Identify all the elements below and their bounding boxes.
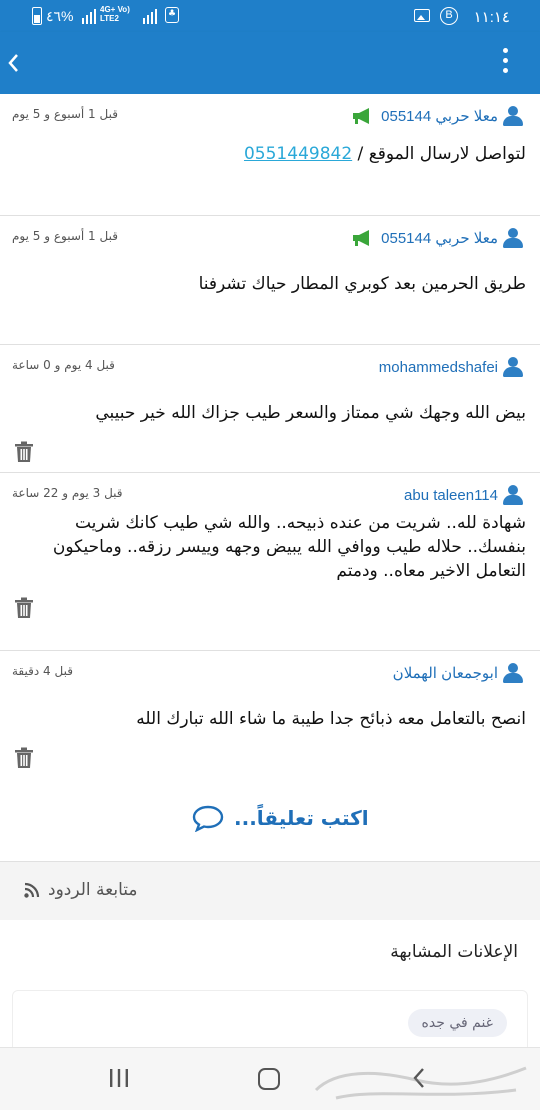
- app-header: [0, 32, 540, 94]
- similar-ads-section: الإعلانات المشابهة غنم في جده: [0, 920, 540, 1060]
- comment-time: قبل 1 أسبوع و 5 يوم: [12, 107, 118, 121]
- comment-item: معلا حربي 055144 قبل 1 أسبوع و 5 يوم لتو…: [0, 94, 540, 216]
- write-comment-button[interactable]: اكتب تعليقاً...: [0, 780, 540, 862]
- recent-apps-icon[interactable]: [108, 1068, 130, 1088]
- status-bar: ٤٦% 4G+ Vo) LTE2 ♣ B ١١:١٤: [0, 0, 540, 32]
- trash-icon[interactable]: [14, 441, 34, 463]
- home-icon[interactable]: [258, 1068, 280, 1090]
- comment-text: بيض الله وجهك شي ممتاز والسعر طيب جزاك ا…: [95, 403, 526, 423]
- comment-time: قبل 4 يوم و 0 ساعة: [12, 358, 115, 372]
- user-icon: [502, 106, 524, 126]
- comment-text: طريق الحرمين بعد كوبري المطار حياك تشرفن…: [198, 274, 526, 294]
- battery-percent: ٤٦%: [46, 8, 74, 24]
- comment-author-name[interactable]: abu taleen114: [404, 487, 498, 504]
- phone-link[interactable]: 0551449842: [244, 144, 352, 164]
- chevron-left-icon[interactable]: [4, 50, 24, 76]
- comment-author[interactable]: معلا حربي 055144: [351, 228, 524, 248]
- comment-author[interactable]: معلا حربي 055144: [351, 106, 524, 126]
- comment-text-prefix: لتواصل لارسال الموقع /: [352, 144, 526, 164]
- comments-list: معلا حربي 055144 قبل 1 أسبوع و 5 يوم لتو…: [0, 94, 540, 781]
- follow-replies-button[interactable]: متابعة الردود: [0, 862, 540, 920]
- write-comment-label[interactable]: اكتب تعليقاً...: [234, 806, 369, 830]
- comment-author[interactable]: abu taleen114: [404, 485, 524, 505]
- rss-icon: [24, 882, 40, 898]
- megaphone-icon: [353, 108, 370, 124]
- comment-time: قبل 1 أسبوع و 5 يوم: [12, 229, 118, 243]
- comment-author-name[interactable]: معلا حربي 055144: [381, 107, 498, 125]
- trash-icon[interactable]: [14, 597, 34, 619]
- comment-item: معلا حربي 055144 قبل 1 أسبوع و 5 يوم طري…: [0, 216, 540, 345]
- user-icon: [502, 357, 524, 377]
- comment-author[interactable]: ابوجمعان الهملان: [393, 663, 524, 683]
- comment-text: انصح بالتعامل معه ذبائح جدا طيبة ما شاء …: [136, 709, 526, 729]
- battery-icon: [32, 7, 42, 25]
- comment-item: ابوجمعان الهملان قبل 4 دقيقة انصح بالتعا…: [0, 651, 540, 781]
- comment-text: شهادة لله.. شريت من عنده ذبيحه.. والله ش…: [52, 513, 526, 581]
- comment-author[interactable]: mohammedshafei: [379, 357, 524, 377]
- logo-watermark: [314, 1066, 527, 1100]
- image-icon: [414, 9, 430, 22]
- comment-item: mohammedshafei قبل 4 يوم و 0 ساعة بيض ال…: [0, 345, 540, 473]
- megaphone-icon: [353, 230, 370, 246]
- comment-text: لتواصل لارسال الموقع / 0551449842: [14, 142, 526, 166]
- chat-bubble-icon[interactable]: [192, 804, 224, 832]
- comment-time: قبل 3 يوم و 22 ساعة: [12, 486, 123, 500]
- user-icon: [502, 228, 524, 248]
- signal-icon: [82, 9, 96, 24]
- signal-icon: [143, 9, 157, 24]
- comment-author-name[interactable]: ابوجمعان الهملان: [393, 664, 498, 682]
- user-icon: [502, 663, 524, 683]
- follow-replies-label[interactable]: متابعة الردود: [48, 880, 138, 900]
- similar-ad-tag[interactable]: غنم في جده: [407, 1009, 507, 1037]
- comment-author-name[interactable]: معلا حربي 055144: [381, 229, 498, 247]
- user-icon: [502, 485, 524, 505]
- network-indicator: 4G+ Vo) LTE2: [100, 5, 130, 23]
- more-vert-icon[interactable]: [502, 48, 510, 78]
- comment-item: abu taleen114 قبل 3 يوم و 22 ساعة شهادة …: [0, 473, 540, 651]
- notification-badge: B: [440, 7, 458, 25]
- clock: ١١:١٤: [473, 9, 510, 26]
- trash-icon[interactable]: [14, 747, 34, 769]
- comment-time: قبل 4 دقيقة: [12, 664, 73, 678]
- comment-author-name[interactable]: mohammedshafei: [379, 359, 498, 376]
- app-notification-icon: ♣: [165, 7, 179, 23]
- section-title: الإعلانات المشابهة: [390, 942, 518, 962]
